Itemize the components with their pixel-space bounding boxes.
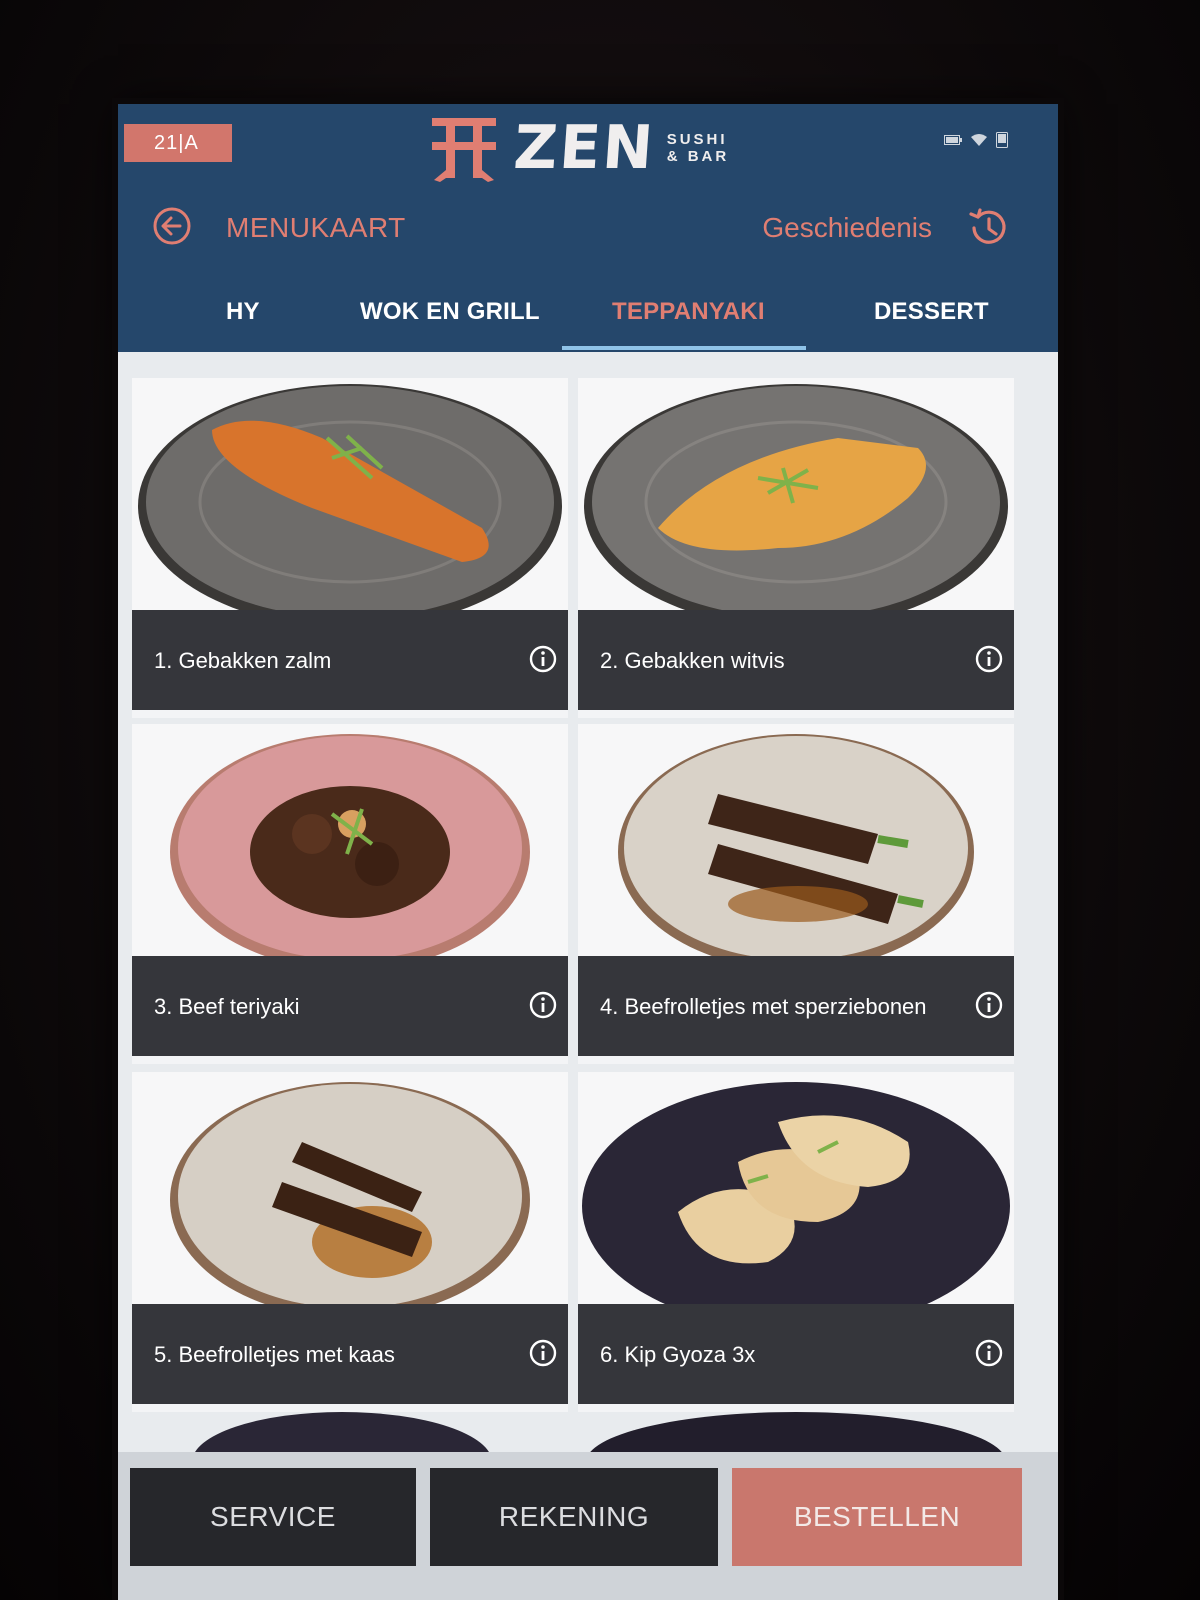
- status-bar: [944, 132, 1008, 148]
- dish-photo: [132, 724, 568, 962]
- food: [250, 786, 450, 918]
- menu-item-card[interactable]: 1. Gebakken zalm: [132, 378, 568, 718]
- order-button[interactable]: BESTELLEN: [732, 1468, 1022, 1566]
- item-name: 2. Gebakken witvis: [600, 648, 785, 673]
- info-icon[interactable]: [528, 990, 558, 1020]
- item-name: 3. Beef teriyaki: [154, 994, 300, 1019]
- menu-link[interactable]: MENUKAART: [226, 212, 406, 244]
- history-link[interactable]: Geschiedenis: [762, 212, 932, 244]
- item-bar: 4. Beefrolletjes met sperziebonen: [578, 956, 1014, 1056]
- brand-name: ZEN: [511, 113, 658, 183]
- item-name: 5. Beefrolletjes met kaas: [154, 1342, 395, 1367]
- menu-item-card[interactable]: 3. Beef teriyaki: [132, 724, 568, 1064]
- info-icon[interactable]: [528, 644, 558, 674]
- dish-photo: [132, 1072, 568, 1310]
- table-number-badge: 21|A: [124, 124, 232, 162]
- brand-sub-line2: & BAR: [666, 148, 730, 165]
- tablet-screen: 21|A ZEN SUSHI & BAR MENUKAART Geschiede…: [118, 104, 1058, 1600]
- item-bar: 5. Beefrolletjes met kaas: [132, 1304, 568, 1404]
- tab-teppanyaki[interactable]: TEPPANYAKI: [612, 298, 765, 326]
- wifi-icon: [971, 134, 987, 146]
- brand-sub-line1: SUSHI: [666, 131, 728, 148]
- menu-grid: 1. Gebakken zalm 2. Gebakken witvis 3. B…: [118, 352, 1058, 1452]
- dish-photo: [578, 378, 1014, 616]
- info-icon[interactable]: [528, 1338, 558, 1368]
- info-icon[interactable]: [974, 990, 1004, 1020]
- item-name: 4. Beefrolletjes met sperziebonen: [600, 994, 927, 1019]
- menu-item-card[interactable]: 2. Gebakken witvis: [578, 378, 1014, 718]
- service-button[interactable]: SERVICE: [130, 1468, 416, 1566]
- navigation-row: MENUKAART Geschiedenis: [118, 194, 1058, 258]
- back-arrow-icon[interactable]: [152, 206, 192, 246]
- tab-partial[interactable]: HY: [226, 298, 260, 326]
- logo-mark-icon: [432, 118, 496, 182]
- item-bar: 3. Beef teriyaki: [132, 956, 568, 1056]
- dish-photo: [578, 1072, 1014, 1310]
- device-icon: [996, 132, 1008, 148]
- item-name: 1. Gebakken zalm: [154, 648, 332, 673]
- tab-dessert[interactable]: DESSERT: [874, 298, 989, 326]
- brand-subtitle: SUSHI & BAR: [667, 131, 730, 165]
- tab-wok-en-grill[interactable]: WOK EN GRILL: [360, 298, 540, 326]
- bill-button[interactable]: REKENING: [430, 1468, 718, 1566]
- menu-item-card[interactable]: 6. Kip Gyoza 3x: [578, 1072, 1014, 1412]
- menu-item-card[interactable]: 4. Beefrolletjes met sperziebonen: [578, 724, 1014, 1064]
- next-dish-photo-partial: [195, 1412, 489, 1452]
- bottom-action-bar: SERVICE REKENING BESTELLEN: [118, 1452, 1058, 1600]
- app-header: 21|A ZEN SUSHI & BAR MENUKAART Geschiede…: [118, 104, 1058, 352]
- next-dish-photo-partial: [590, 1412, 1002, 1452]
- info-icon[interactable]: [974, 1338, 1004, 1368]
- active-tab-indicator: [562, 346, 806, 350]
- brand-logo: ZEN SUSHI & BAR: [428, 112, 758, 184]
- dish-photo: [132, 378, 568, 616]
- item-name: 6. Kip Gyoza 3x: [600, 1342, 756, 1367]
- history-icon[interactable]: [966, 206, 1010, 250]
- battery-icon: [944, 135, 962, 145]
- item-bar: 6. Kip Gyoza 3x: [578, 1304, 1014, 1404]
- menu-item-card[interactable]: 5. Beefrolletjes met kaas: [132, 1072, 568, 1412]
- plate: [624, 736, 968, 960]
- item-bar: 1. Gebakken zalm: [132, 610, 568, 710]
- item-bar: 2. Gebakken witvis: [578, 610, 1014, 710]
- category-tabs: HY WOK EN GRILL TEPPANYAKI DESSERT: [118, 280, 1058, 352]
- info-icon[interactable]: [974, 644, 1004, 674]
- dish-photo: [578, 724, 1014, 962]
